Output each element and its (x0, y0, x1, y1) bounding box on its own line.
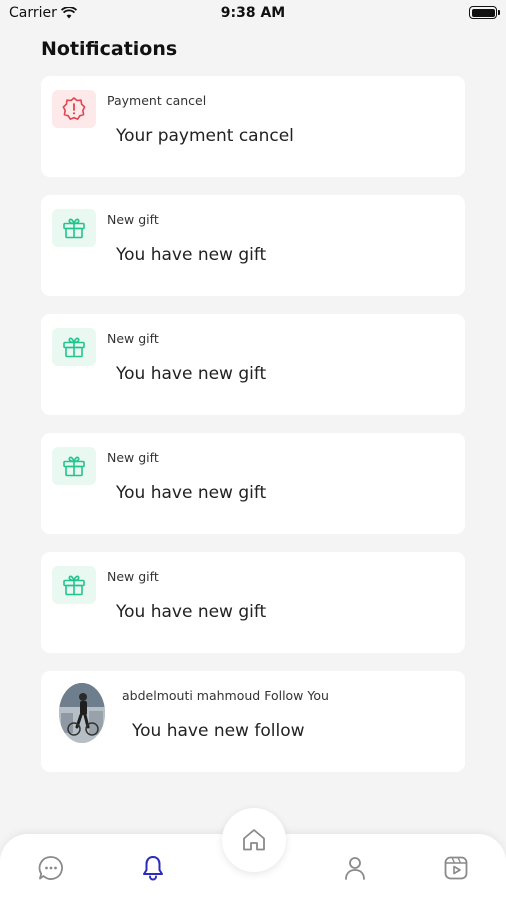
notification-card[interactable]: New gift You have new gift (41, 552, 465, 653)
battery-icon (469, 6, 500, 19)
notification-card[interactable]: Payment cancel Your payment cancel (41, 76, 465, 177)
notification-card[interactable]: New gift You have new gift (41, 195, 465, 296)
page-title: Notifications (41, 38, 178, 60)
notification-title: New gift (107, 331, 159, 346)
notification-title: Payment cancel (107, 93, 207, 108)
notification-list: Payment cancel Your payment cancel New g… (41, 76, 465, 790)
notification-card[interactable]: abdelmouti mahmoud Follow You You have n… (41, 671, 465, 772)
nav-notifications[interactable] (138, 853, 168, 883)
gift-icon (52, 328, 96, 366)
notification-title: New gift (107, 569, 159, 584)
notification-body: You have new gift (116, 602, 267, 622)
notification-card[interactable]: New gift You have new gift (41, 433, 465, 534)
play-icon (444, 856, 468, 880)
home-icon (243, 829, 265, 851)
chat-icon (38, 856, 63, 880)
notification-body: You have new gift (116, 483, 267, 503)
avatar[interactable] (59, 683, 105, 743)
notification-body: You have new follow (132, 721, 305, 741)
clock: 9:38 AM (220, 5, 286, 21)
notification-title: abdelmouti mahmoud Follow You (122, 688, 329, 703)
notification-body: You have new gift (116, 364, 267, 384)
nav-profile[interactable] (340, 853, 370, 883)
gift-icon (52, 447, 96, 485)
notification-title: New gift (107, 450, 159, 465)
notification-body: Your payment cancel (116, 126, 294, 146)
nav-chat[interactable] (36, 853, 66, 883)
nav-videos[interactable] (441, 853, 471, 883)
alert-badge-icon (52, 90, 96, 128)
notification-body: You have new gift (116, 245, 267, 265)
person-icon (345, 857, 365, 880)
status-bar: Carrier 9:38 AM (0, 0, 506, 26)
notification-card[interactable]: New gift You have new gift (41, 314, 465, 415)
gift-icon (52, 566, 96, 604)
notification-title: New gift (107, 212, 159, 227)
home-button[interactable] (222, 808, 286, 872)
gift-icon (52, 209, 96, 247)
bell-icon (143, 856, 163, 881)
